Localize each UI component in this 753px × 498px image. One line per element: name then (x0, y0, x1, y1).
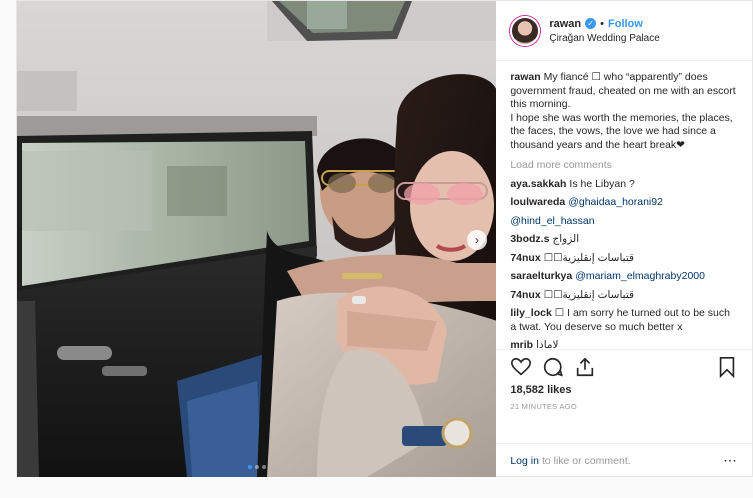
header-separator: • (600, 17, 604, 30)
bookmark-icon[interactable] (716, 356, 738, 378)
comment-row: loulwareda @ghaidaa_horani92 (510, 196, 738, 210)
comments-list[interactable]: rawan My fiancé ☐ who “apparently” does … (496, 61, 752, 349)
likes-number: 18,582 (510, 384, 544, 396)
comment-mention[interactable]: @ghaidaa_horani92 (568, 196, 663, 208)
comment-row: 3bodz.s الزواج (510, 233, 738, 247)
comment-row: 74nux ☐☐قتباسات إنقليزية (510, 289, 738, 303)
follow-button[interactable]: Follow (608, 18, 643, 30)
comment-username[interactable]: 74nux (510, 252, 540, 264)
post-photo[interactable]: › (17, 1, 497, 477)
heart-icon[interactable] (510, 356, 532, 378)
comment-text: Is he Libyan ? (569, 177, 635, 190)
comment-text: الزواج (552, 233, 580, 245)
comment-username[interactable]: aya.sakkah (510, 178, 566, 190)
photo-car-couple (17, 1, 497, 477)
comment-row: lily_lock ☐ I am sorry he turned out to b… (510, 307, 738, 334)
header-username[interactable]: rawan (549, 18, 581, 30)
comment-mention[interactable]: @mariam_elmaghraby2000 (575, 270, 705, 282)
comment-row: aya.sakkah Is he Libyan ? (510, 178, 738, 192)
more-options-icon[interactable]: ··· (724, 455, 738, 467)
chevron-right-icon: › (475, 233, 479, 247)
login-link[interactable]: Log in (510, 455, 539, 467)
caption-text-2: I hope she was worth the memories, the p… (510, 111, 733, 151)
comment-username[interactable]: 74nux (510, 289, 540, 301)
comment-mention[interactable]: @hind_el_hassan (510, 215, 594, 227)
comment-row: mrib لاماذا (510, 339, 738, 349)
post-footer: Log in to like or comment. ··· (496, 443, 752, 477)
comment-text: لاماذا (536, 339, 559, 349)
comment-username[interactable]: mrib (510, 339, 533, 349)
header-text: rawan ✓ • Follow Çirağan Wedding Palace (549, 18, 659, 44)
verified-badge-icon: ✓ (585, 18, 597, 29)
comment-row: saraelturkya @mariam_elmaghraby2000 (510, 270, 738, 284)
post-actions: 18,582 likes 21 MINUTES AGO (496, 349, 752, 443)
avatar[interactable] (510, 15, 541, 46)
carousel-dots (17, 465, 496, 469)
post-timestamp: 21 MINUTES AGO (510, 402, 578, 411)
action-icons (510, 356, 738, 378)
comment-container: aya.sakkah Is he Libyan ? loulwareda @ghaid… (510, 178, 738, 350)
load-more-comments-button[interactable]: Load more comments (510, 159, 738, 173)
comment-username[interactable]: loulwareda (510, 196, 565, 208)
carousel-dot-2 (254, 465, 259, 469)
post-caption: rawan My fiancé ☐ who “apparently” does … (510, 71, 738, 152)
comment-text: ☐☐قتباسات إنقليزية (543, 251, 635, 264)
comment-username[interactable]: saraelturkya (510, 270, 572, 282)
comment-username[interactable]: 3bodz.s (510, 233, 549, 245)
caption-username[interactable]: rawan (510, 71, 540, 83)
post-card: › rawan ✓ • Follow Çirağan Wedding Palac… (16, 0, 753, 477)
caption-text: My fiancé ☐ who “apparently” does govern… (510, 71, 736, 110)
likes-count[interactable]: 18,582 likes (510, 384, 738, 396)
next-photo-button[interactable]: › (467, 230, 487, 250)
login-prompt-text: to like or comment. (541, 454, 631, 467)
carousel-dot-1 (247, 465, 252, 469)
comment-icon[interactable] (542, 356, 564, 378)
header-line: rawan ✓ • Follow (549, 18, 659, 30)
comment-row: 74nux ☐☐قتباسات إنقليزية (510, 252, 738, 266)
location-link[interactable]: Çirağan Wedding Palace (549, 33, 659, 44)
likes-label: likes (547, 384, 572, 396)
share-icon[interactable] (574, 356, 596, 378)
post-sidebar: rawan ✓ • Follow Çirağan Wedding Palace … (496, 1, 752, 477)
comment-text: ☐☐قتباسات إنقليزية (543, 288, 635, 301)
comment-username[interactable]: lily_lock (510, 307, 551, 319)
post-header: rawan ✓ • Follow Çirağan Wedding Palace (496, 1, 752, 61)
comment-row: @hind_el_hassan (510, 215, 738, 229)
carousel-dot-3 (261, 465, 266, 469)
